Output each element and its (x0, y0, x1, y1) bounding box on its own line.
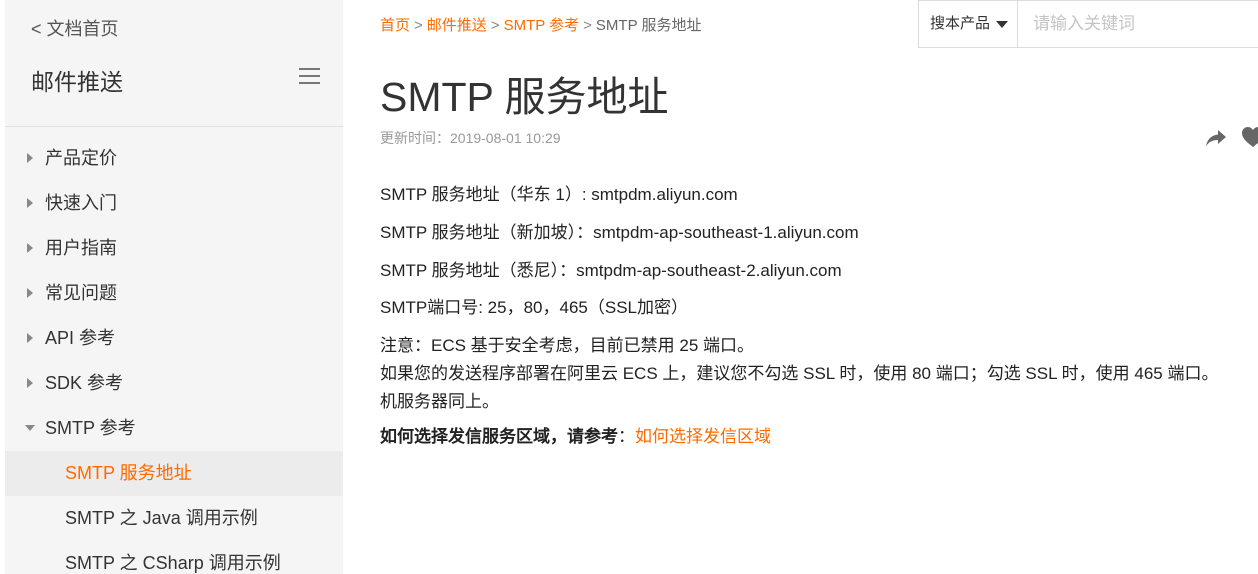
sidebar-item-label: 产品定价 (45, 148, 117, 168)
sidebar-subitem-smtp-address[interactable]: SMTP 服务地址 (5, 451, 343, 496)
sidebar-subitem-smtp-csharp-example[interactable]: SMTP 之 CSharp 调用示例 (5, 541, 343, 574)
sidebar-subitem-smtp-java-example[interactable]: SMTP 之 Java 调用示例 (5, 496, 343, 541)
article-line: SMTP 服务地址（华东 1）: smtpdm.aliyun.com (380, 185, 738, 204)
heart-icon[interactable] (1241, 126, 1258, 148)
hamburger-icon[interactable] (299, 68, 320, 86)
sidebar-item-smtp-reference[interactable]: SMTP 参考 (5, 406, 343, 451)
article-line: SMTP端口号: 25，80，465（SSL加密） (380, 298, 688, 317)
caret-right-icon (27, 153, 33, 163)
sidebar-item-faq[interactable]: 常见问题 (5, 271, 343, 316)
sidebar-item-label: SMTP 参考 (45, 418, 136, 438)
sidebar-nav: 产品定价 快速入门 用户指南 常见问题 API 参考 SDK 参考 SMTP 参… (5, 136, 343, 574)
breadcrumb-section-link[interactable]: SMTP 参考 (504, 17, 580, 34)
breadcrumb-product-link[interactable]: 邮件推送 (427, 17, 487, 34)
search-bar: 搜本产品 (918, 0, 1258, 48)
breadcrumb-separator: > (414, 17, 423, 34)
sidebar-divider (5, 126, 343, 127)
sidebar-product-title: 邮件推送 (31, 69, 123, 95)
breadcrumb-home-link[interactable]: 首页 (380, 17, 410, 34)
sidebar-item-api-reference[interactable]: API 参考 (5, 316, 343, 361)
sidebar-item-label: 快速入门 (45, 193, 117, 213)
sidebar-item-label: API 参考 (45, 328, 116, 348)
sidebar-item-label: 用户指南 (45, 238, 117, 258)
share-icon[interactable] (1205, 128, 1227, 148)
article-line: SMTP 服务地址（悉尼）：smtpdm-ap-southeast-2.aliy… (380, 261, 842, 280)
breadcrumb-separator: > (490, 17, 500, 34)
caret-right-icon (27, 243, 33, 253)
sidebar-item-quick-start[interactable]: 快速入门 (5, 181, 343, 226)
sidebar-item-user-guide[interactable]: 用户指南 (5, 226, 343, 271)
breadcrumb-current: SMTP 服务地址 (595, 17, 702, 34)
region-reference: 如何选择发信服务区域，请参考：如何选择发信区域 (380, 422, 771, 447)
caret-right-icon (27, 378, 33, 388)
region-prompt: 如何选择发信服务区域，请参考 (380, 427, 618, 446)
caret-right-icon (27, 198, 33, 208)
caret-right-icon (27, 288, 33, 298)
article-line: 注意：ECS 基于安全考虑，目前已禁用 25 端口。 (380, 336, 755, 355)
caret-down-icon (996, 21, 1008, 28)
breadcrumb-separator: > (583, 17, 592, 34)
sidebar: < 文档首页 邮件推送 产品定价 快速入门 用户指南 常见问题 API 参考 S… (5, 0, 343, 574)
article-line: 如果您的发送程序部署在阿里云 ECS 上，建议您不勾选 SSL 时，使用 80 … (380, 364, 1219, 383)
caret-down-icon (25, 425, 35, 431)
caret-right-icon (27, 333, 33, 343)
article-line: 机服务器同上。 (380, 392, 499, 411)
sidebar-item-label: 常见问题 (45, 283, 117, 303)
search-scope-select[interactable]: 搜本产品 (919, 1, 1018, 47)
region-colon: ： (618, 427, 635, 446)
breadcrumb: 首页 > 邮件推送 > SMTP 参考 > SMTP 服务地址 (380, 14, 701, 35)
back-to-docs-home-link[interactable]: < 文档首页 (31, 15, 119, 41)
article-line: SMTP 服务地址（新加坡）：smtpdm-ap-southeast-1.ali… (380, 223, 859, 242)
sidebar-item-pricing[interactable]: 产品定价 (5, 136, 343, 181)
updated-timestamp: 更新时间：2019-08-01 10:29 (380, 130, 561, 146)
region-selection-link[interactable]: 如何选择发信区域 (635, 427, 771, 446)
search-scope-label: 搜本产品 (930, 15, 991, 32)
search-input[interactable] (1019, 1, 1258, 47)
sidebar-item-sdk-reference[interactable]: SDK 参考 (5, 361, 343, 406)
page-title: SMTP 服务地址 (380, 74, 669, 120)
sidebar-item-label: SDK 参考 (45, 373, 124, 393)
